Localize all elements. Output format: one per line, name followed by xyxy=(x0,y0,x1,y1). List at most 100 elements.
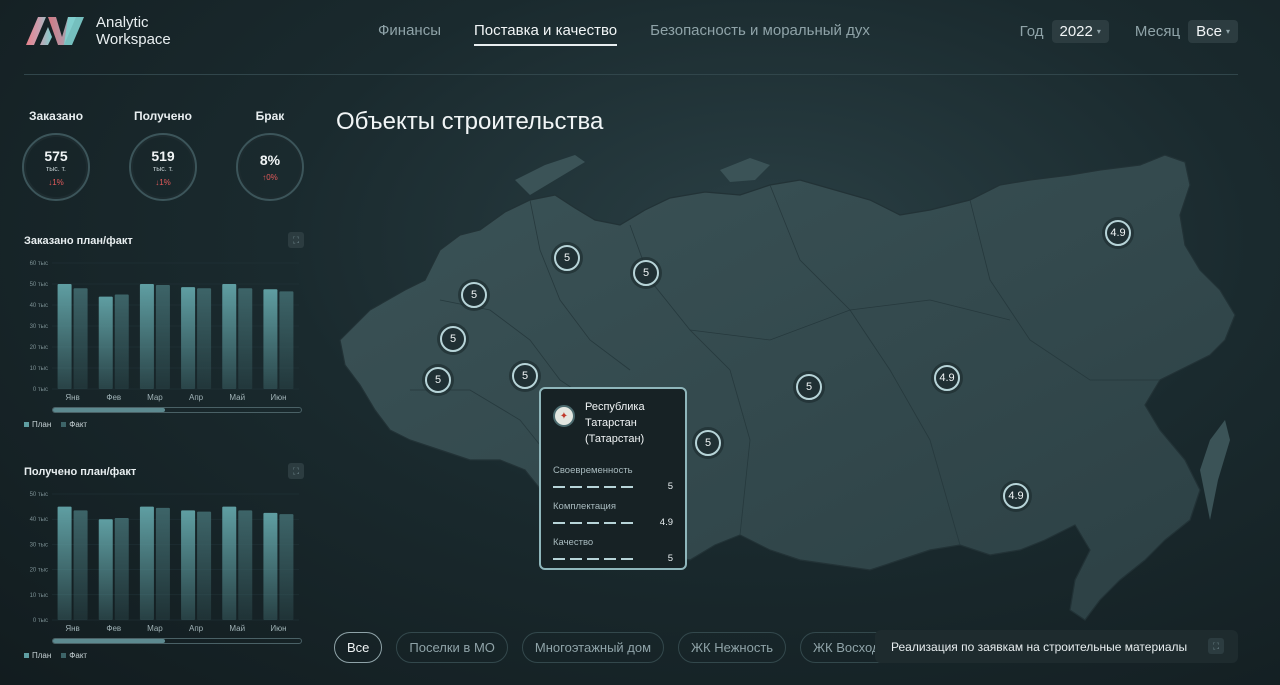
legend-fact: Факт xyxy=(61,651,87,660)
bar-plan xyxy=(98,519,113,620)
chart-title: Получено план/факт xyxy=(24,466,137,478)
x-tick-label: Фев xyxy=(106,624,121,633)
y-tick-label: 30 тыс xyxy=(30,542,48,548)
kpi-received: Получено 519 тыс. т. ↓1% xyxy=(128,109,198,201)
bar-plan xyxy=(57,284,72,389)
logo[interactable]: Analytic Workspace xyxy=(24,14,171,48)
month-dropdown[interactable]: Все ▾ xyxy=(1188,20,1238,43)
bar-fact xyxy=(114,294,129,389)
bar-fact xyxy=(73,510,88,620)
x-tick-label: Фев xyxy=(106,393,121,402)
legend-fact: Факт xyxy=(61,420,87,429)
bar-plan xyxy=(263,289,278,389)
kpi-ordered: Заказано 575 тыс. т. ↓1% xyxy=(21,109,91,201)
bar-fact xyxy=(155,507,170,620)
x-tick-label: Май xyxy=(229,624,245,633)
kpi-title: Получено xyxy=(133,109,192,123)
metric-label: Качество xyxy=(553,537,594,548)
kpi-value: 519 xyxy=(151,147,175,164)
bar-plan xyxy=(139,506,154,620)
expand-icon[interactable]: ⛶ xyxy=(288,232,304,248)
legend-plan: План xyxy=(24,420,51,429)
y-tick-label: 10 тыс xyxy=(30,593,48,599)
map-marker[interactable]: 5 xyxy=(633,260,659,286)
map-marker-selected[interactable]: 5 xyxy=(512,363,538,389)
metric-label: Комплектация xyxy=(553,501,617,512)
year-dropdown[interactable]: 2022 ▾ xyxy=(1051,20,1109,43)
x-tick-label: Янв xyxy=(65,624,79,633)
y-tick-label: 0 тыс xyxy=(33,387,48,393)
kpi-unit: тыс. т. xyxy=(45,165,66,173)
map-marker[interactable]: 4.9 xyxy=(1003,483,1029,509)
metric-bar xyxy=(553,557,633,560)
kpi-delta: ↓1% xyxy=(155,177,171,187)
map-marker[interactable]: 5 xyxy=(461,282,487,308)
chip-mo-settlements[interactable]: Поселки в МО xyxy=(396,632,508,663)
tooltip-metric-completeness: Комплектация 4.9 xyxy=(553,501,673,528)
map-marker[interactable]: 5 xyxy=(425,367,451,393)
received-bar-chart: 0 тыс 10 тыс 20 тыс 30 тыс 40 тыс 50 тыс Янв Фе… xyxy=(30,492,299,633)
tab-safety-morale[interactable]: Безопасность и моральный дух xyxy=(650,22,870,46)
expand-icon[interactable]: ⛶ xyxy=(288,463,304,479)
map-landmass xyxy=(339,154,1236,621)
kpi-delta: ↓1% xyxy=(48,177,64,187)
legend-plan-swatch xyxy=(24,422,29,428)
map-marker[interactable]: 4.9 xyxy=(1105,220,1131,246)
chart-legend: План Факт xyxy=(24,651,87,660)
map-marker[interactable]: 5 xyxy=(440,326,466,352)
legend-plan: План xyxy=(24,651,51,660)
kpi-value: 8% xyxy=(259,152,281,168)
map-island-severnaya-zemlya xyxy=(720,158,770,182)
x-tick-label: Июн xyxy=(270,393,286,402)
chip-multistory[interactable]: Многоэтажный дом xyxy=(521,632,665,663)
header-divider xyxy=(24,74,1238,75)
kpi-title: Заказано xyxy=(28,109,84,123)
tooltip-metric-timeliness: Своевременность 5 xyxy=(553,465,673,492)
y-tick-label: 50 тыс xyxy=(30,492,48,498)
bar-plan xyxy=(181,510,196,620)
y-tick-label: 20 тыс xyxy=(30,345,48,351)
tab-supply-quality[interactable]: Поставка и качество xyxy=(473,22,618,46)
tab-finance[interactable]: Финансы xyxy=(378,22,441,46)
tooltip-metric-quality: Качество 5 xyxy=(553,537,673,564)
kpi-ring: 519 тыс. т. ↓1% xyxy=(129,133,197,201)
legend-plan-label: План xyxy=(32,651,52,660)
realization-panel[interactable]: Реализация по заявкам на строительные ма… xyxy=(875,630,1238,663)
bar-fact xyxy=(197,288,212,389)
y-tick-label: 0 тыс xyxy=(33,618,48,624)
map-marker[interactable]: 5 xyxy=(695,430,721,456)
y-tick-label: 30 тыс xyxy=(30,324,48,330)
chart-title: Заказано план/факт xyxy=(24,235,133,247)
region-emblem-icon: ✦ xyxy=(553,405,575,427)
scrollbar-thumb[interactable] xyxy=(53,408,165,412)
russia-map[interactable] xyxy=(330,140,1240,630)
chip-zhk-nezhnost[interactable]: ЖК Нежность xyxy=(678,632,787,663)
kpi-unit: тыс. т. xyxy=(152,165,173,173)
month-value: Все xyxy=(1196,23,1222,40)
metric-value: 5 xyxy=(667,553,673,564)
legend-plan-swatch xyxy=(24,653,29,659)
bar-plan xyxy=(139,284,154,389)
scrollbar-thumb[interactable] xyxy=(53,639,165,643)
chart-scrollbar[interactable] xyxy=(52,407,302,413)
kpi-ring: 8% ↑0% xyxy=(236,133,304,201)
x-tick-label: Янв xyxy=(65,393,79,402)
y-tick-label: 60 тыс xyxy=(30,261,48,267)
map-marker[interactable]: 4.9 xyxy=(934,365,960,391)
y-tick-label: 40 тыс xyxy=(30,303,48,309)
chip-all[interactable]: Все xyxy=(334,632,383,663)
metric-row: 5 xyxy=(553,553,673,564)
bar-plan xyxy=(222,506,237,620)
ordered-bar-chart: 0 тыс 10 тыс 20 тыс 30 тыс 40 тыс 50 тыс 60 ты… xyxy=(30,261,299,402)
chart-scrollbar[interactable] xyxy=(52,638,302,644)
map-title: Объекты строительства xyxy=(336,108,604,135)
tooltip-region-name: Республика Татарстан (Татарстан) xyxy=(585,401,645,445)
map-marker[interactable]: 5 xyxy=(554,245,580,271)
map-marker[interactable]: 5 xyxy=(796,374,822,400)
metric-row: 5 xyxy=(553,481,673,492)
expand-icon[interactable]: ⛶ xyxy=(1208,638,1224,654)
main-nav: Финансы Поставка и качество Безопасность… xyxy=(378,22,903,46)
x-tick-label: Мар xyxy=(147,393,163,402)
logo-text: Analytic Workspace xyxy=(96,14,171,48)
kpi-ring: 575 тыс. т. ↓1% xyxy=(22,133,90,201)
